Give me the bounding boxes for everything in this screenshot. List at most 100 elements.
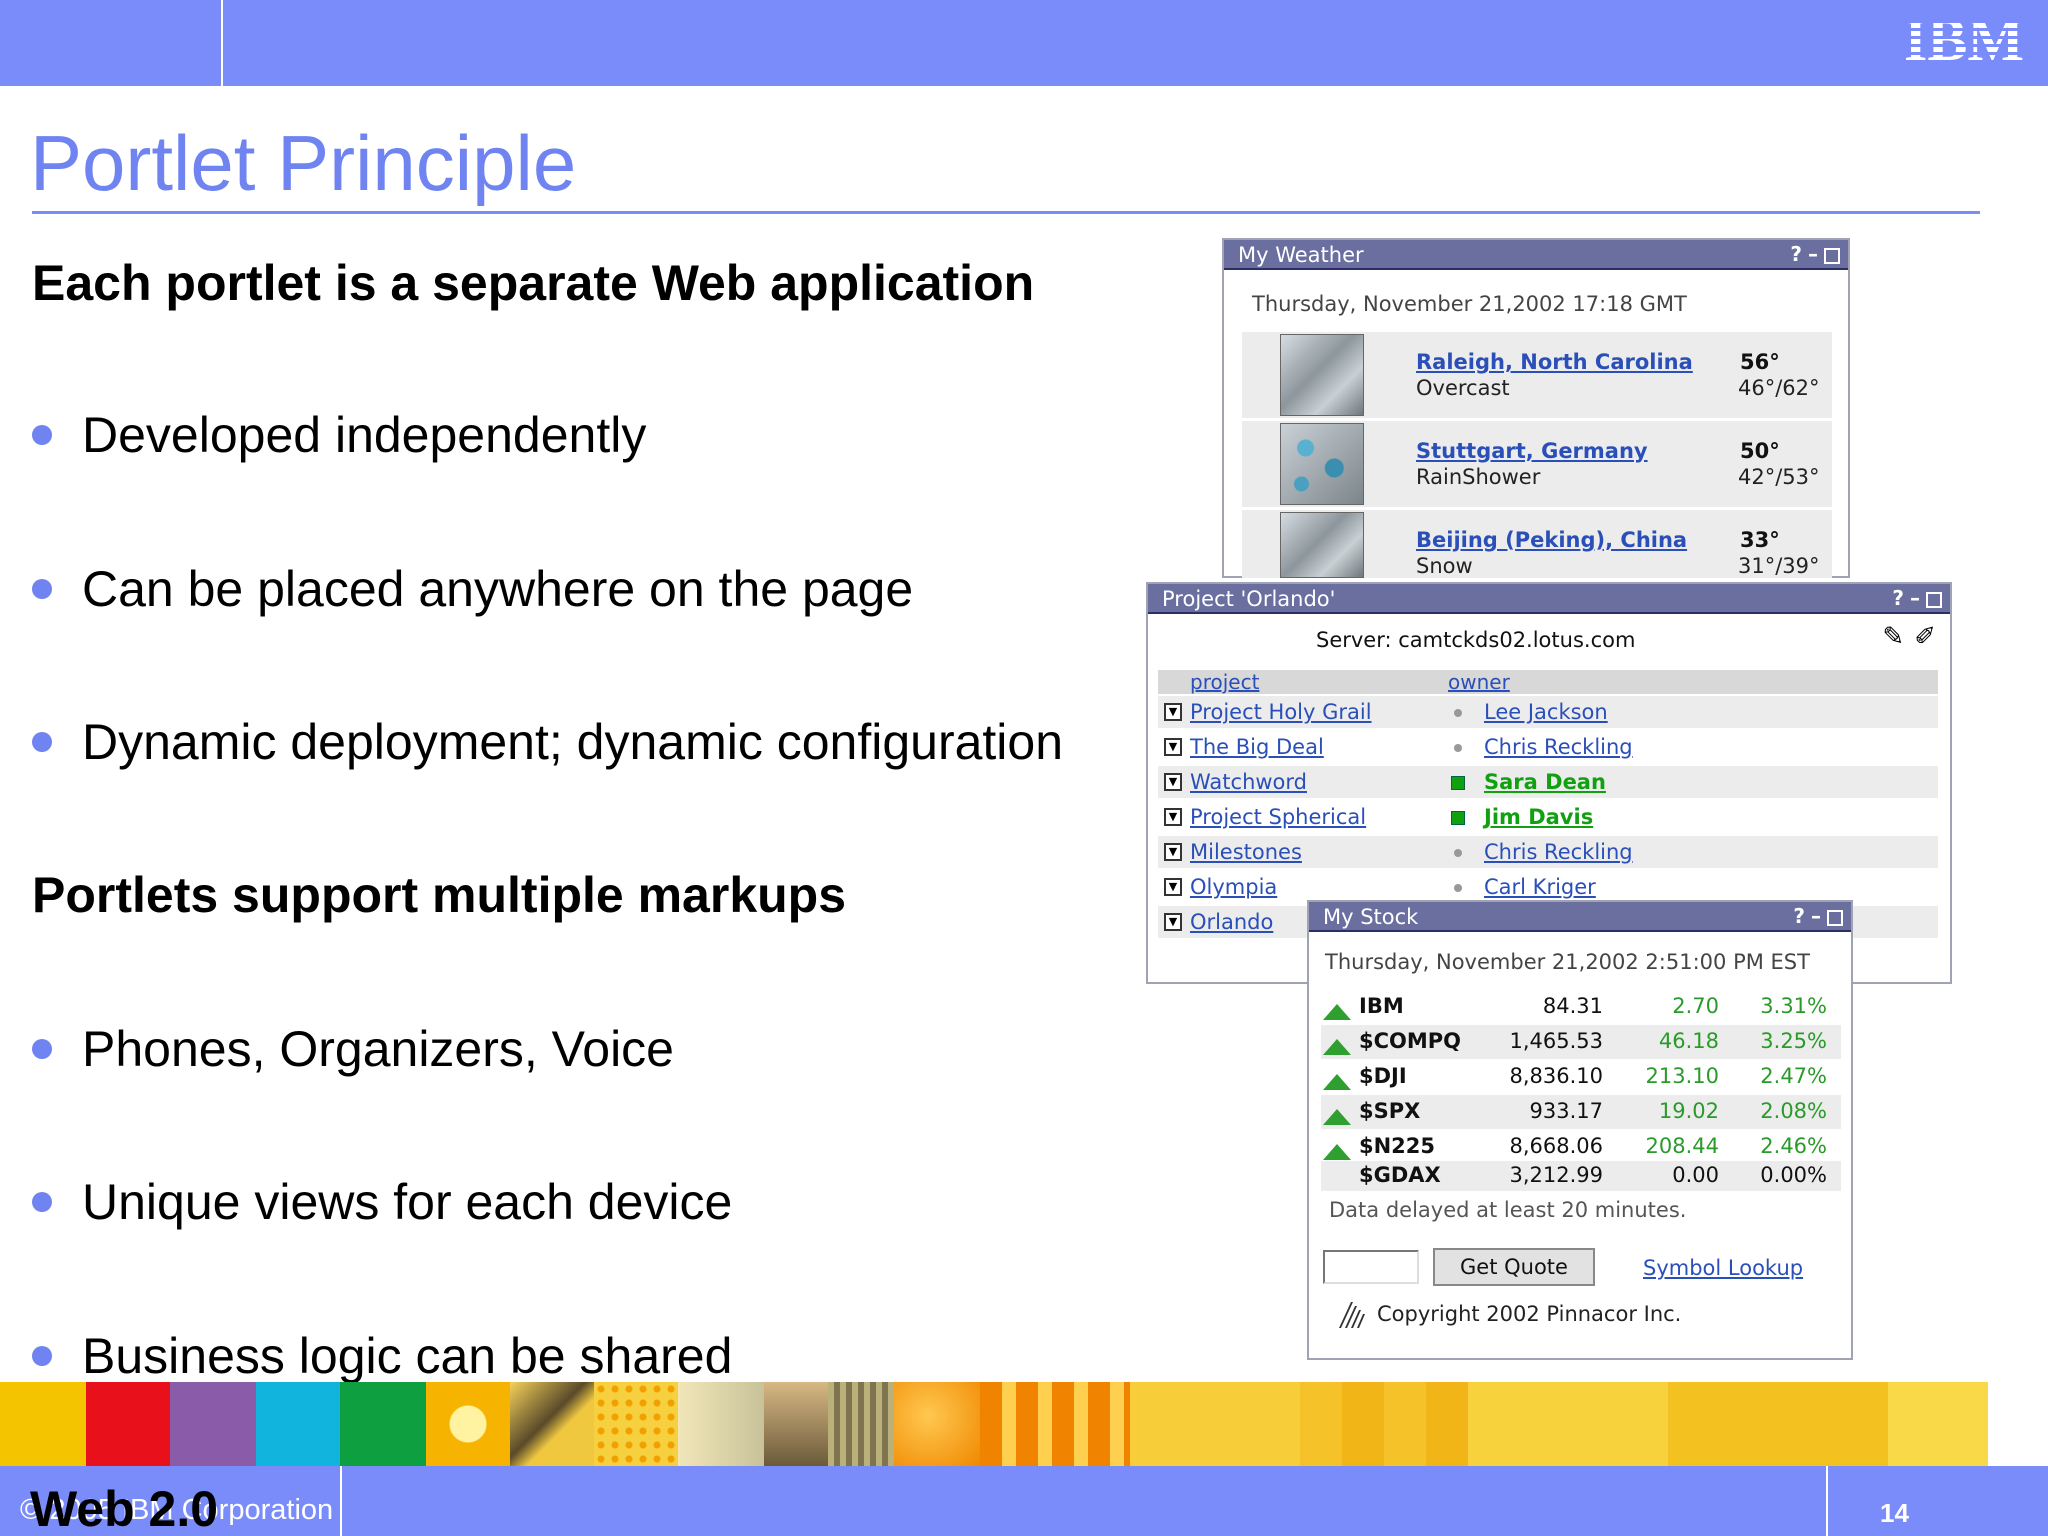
weather-city-link[interactable]: Beijing (Peking), China xyxy=(1416,528,1687,552)
up-arrow-icon xyxy=(1323,1144,1351,1160)
table-header: project owner xyxy=(1158,670,1938,694)
dropdown-icon[interactable]: ▼ xyxy=(1164,878,1182,896)
server-label: Server: camtckds02.lotus.com xyxy=(1316,628,1636,652)
status-dot xyxy=(1454,849,1462,857)
maximize-icon[interactable] xyxy=(1827,909,1843,926)
stock-symbol: $COMPQ xyxy=(1359,1029,1462,1053)
weather-range: 31°/39° xyxy=(1738,554,1820,578)
weather-range: 46°/62° xyxy=(1738,376,1820,400)
weather-city-link[interactable]: Raleigh, North Carolina xyxy=(1416,350,1693,374)
project-link[interactable]: Milestones xyxy=(1190,840,1302,864)
owner-link[interactable]: Jim Davis xyxy=(1484,805,1593,829)
weather-city-link[interactable]: Stuttgart, Germany xyxy=(1416,439,1648,463)
maximize-icon[interactable] xyxy=(1824,247,1840,264)
dropdown-icon[interactable]: ▼ xyxy=(1164,808,1182,826)
symbol-input[interactable] xyxy=(1323,1250,1419,1284)
help-icon[interactable]: ? xyxy=(1892,586,1904,610)
stock-row: IBM 84.31 2.70 3.31% xyxy=(1321,990,1841,1024)
title-rule xyxy=(32,211,1980,214)
table-row: ▼ Olympia Carl Kriger xyxy=(1158,871,1938,903)
stock-symbol: $DJI xyxy=(1359,1064,1407,1088)
orlando-toolbar: ✎ ✐ xyxy=(1882,622,1936,652)
stock-price: 3,212.99 xyxy=(1509,1163,1603,1187)
stock-title: My Stock xyxy=(1323,905,1419,929)
page-number: 14 xyxy=(1880,1498,1909,1528)
stock-symbol: IBM xyxy=(1359,994,1404,1018)
get-quote-button[interactable]: Get Quote xyxy=(1433,1248,1595,1286)
dropdown-icon[interactable]: ▼ xyxy=(1164,913,1182,931)
project-link[interactable]: The Big Deal xyxy=(1190,735,1324,759)
stock-change: 46.18 xyxy=(1658,1029,1719,1053)
table-row: ▼ Milestones Chris Reckling xyxy=(1158,836,1938,868)
stock-symbol: $SPX xyxy=(1359,1099,1421,1123)
ibm-logo-text: IBM xyxy=(1904,10,2024,70)
maximize-icon[interactable] xyxy=(1926,591,1942,608)
symbol-lookup-link[interactable]: Symbol Lookup xyxy=(1643,1256,1803,1280)
bullet-text: Phones, Organizers, Voice xyxy=(82,1021,674,1077)
owner-link[interactable]: Chris Reckling xyxy=(1484,840,1633,864)
wand-icon[interactable]: ✎ xyxy=(1882,622,1904,652)
dropdown-icon[interactable]: ▼ xyxy=(1164,703,1182,721)
help-icon[interactable]: ? xyxy=(1793,904,1805,928)
bullet-icon xyxy=(32,425,52,445)
header-band: IBM xyxy=(0,0,2048,86)
table-row: ▼ Watchword Sara Dean xyxy=(1158,766,1938,798)
project-link[interactable]: Watchword xyxy=(1190,770,1307,794)
stock-titlebar[interactable]: My Stock ? – xyxy=(1309,902,1851,932)
slide-title: Portlet Principle xyxy=(30,119,577,207)
bullet-icon xyxy=(32,579,52,599)
bullet-item: Unique views for each device xyxy=(32,1173,732,1231)
cloud-icon xyxy=(1280,334,1364,416)
stock-row: $COMPQ 1,465.53 46.18 3.25% xyxy=(1321,1025,1841,1059)
stock-percent: 2.46% xyxy=(1760,1134,1827,1158)
status-dot xyxy=(1454,884,1462,892)
online-status-icon xyxy=(1451,811,1465,825)
snow-icon xyxy=(1280,512,1364,578)
bullet-item: Business logic can be shared xyxy=(32,1327,732,1385)
owner-link[interactable]: Sara Dean xyxy=(1484,770,1606,794)
stock-price: 8,836.10 xyxy=(1509,1064,1603,1088)
project-link[interactable]: Project Holy Grail xyxy=(1190,700,1372,724)
stock-change: 2.70 xyxy=(1672,994,1719,1018)
bullet-item: Can be placed anywhere on the page xyxy=(32,560,913,618)
owner-link[interactable]: Lee Jackson xyxy=(1484,700,1608,724)
minimize-icon[interactable]: – xyxy=(1811,904,1821,928)
dropdown-icon[interactable]: ▼ xyxy=(1164,773,1182,791)
image-strip xyxy=(0,1382,2048,1466)
minimize-icon[interactable]: – xyxy=(1808,242,1818,266)
stock-price: 8,668.06 xyxy=(1509,1134,1603,1158)
orlando-title: Project 'Orlando' xyxy=(1162,587,1336,611)
owner-link[interactable]: Chris Reckling xyxy=(1484,735,1633,759)
web20-label: Web 2.0 xyxy=(30,1481,219,1536)
owner-column-header[interactable]: owner xyxy=(1448,670,1510,694)
online-status-icon xyxy=(1451,776,1465,790)
stock-date: Thursday, November 21,2002 2:51:00 PM ES… xyxy=(1325,950,1810,974)
window-controls: ? – xyxy=(1793,904,1843,928)
heading-separate-app: Each portlet is a separate Web applicati… xyxy=(32,255,1035,311)
project-link[interactable]: Project Spherical xyxy=(1190,805,1366,829)
project-column-header[interactable]: project xyxy=(1190,670,1259,694)
delay-note: Data delayed at least 20 minutes. xyxy=(1329,1198,1687,1222)
dropdown-icon[interactable]: ▼ xyxy=(1164,843,1182,861)
help-icon[interactable]: ? xyxy=(1790,242,1802,266)
rain-icon xyxy=(1280,423,1364,505)
weather-titlebar[interactable]: My Weather ? – xyxy=(1224,240,1848,270)
bullet-icon xyxy=(32,1192,52,1212)
weather-condition: Overcast xyxy=(1416,376,1510,400)
weather-title: My Weather xyxy=(1238,243,1364,267)
footer-divider xyxy=(1826,1466,1828,1536)
stock-row: $SPX 933.17 19.02 2.08% xyxy=(1321,1095,1841,1129)
stock-percent: 2.08% xyxy=(1760,1099,1827,1123)
orlando-titlebar[interactable]: Project 'Orlando' ? – xyxy=(1148,584,1950,614)
owner-link[interactable]: Carl Kriger xyxy=(1484,875,1596,899)
stock-price: 1,465.53 xyxy=(1509,1029,1603,1053)
dropdown-icon[interactable]: ▼ xyxy=(1164,738,1182,756)
project-link[interactable]: Olympia xyxy=(1190,875,1277,899)
stock-percent: 0.00% xyxy=(1760,1163,1827,1187)
project-link[interactable]: Orlando xyxy=(1190,910,1273,934)
stock-row: $N225 8,668.06 208.44 2.46% xyxy=(1321,1130,1841,1164)
minimize-icon[interactable]: – xyxy=(1910,586,1920,610)
edit-icon[interactable]: ✐ xyxy=(1914,622,1936,652)
bullet-text: Dynamic deployment; dynamic configuratio… xyxy=(82,714,1064,770)
stock-change: 19.02 xyxy=(1658,1099,1719,1123)
